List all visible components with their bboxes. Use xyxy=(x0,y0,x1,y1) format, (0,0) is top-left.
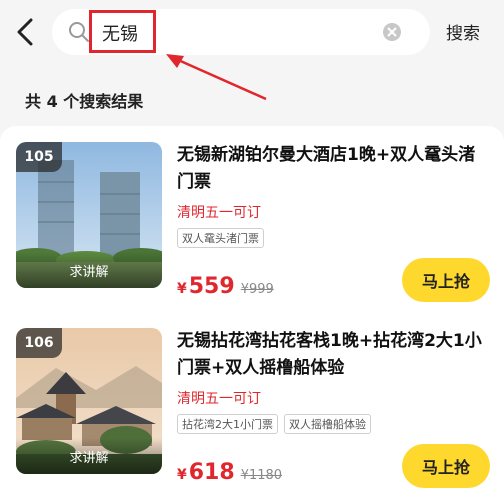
clear-icon[interactable] xyxy=(382,22,402,42)
search-query-text: 无锡 xyxy=(102,24,138,45)
original-price: ¥1180 xyxy=(240,468,283,483)
current-price: 618 xyxy=(188,460,235,485)
buy-now-button[interactable]: 马上抢 xyxy=(402,444,490,488)
availability-text: 清明五一可订 xyxy=(177,205,261,221)
search-icon xyxy=(69,22,89,42)
buy-now-button[interactable]: 马上抢 xyxy=(402,258,490,302)
rank-badge: 106 xyxy=(16,328,62,358)
tag: 拈花湾2大1小门票 xyxy=(177,414,278,434)
rank-badge: 105 xyxy=(16,142,62,172)
product-title[interactable]: 无锡拈花湾拈花客栈1晚+拈花湾2大1小门票+双人摇橹船体验 xyxy=(177,328,492,382)
back-button[interactable] xyxy=(10,14,40,50)
product-thumbnail[interactable]: 105 求讲解 xyxy=(16,142,162,288)
explain-label[interactable]: 求讲解 xyxy=(16,252,162,288)
list-item[interactable]: 106 求讲解 无锡拈花湾拈花客栈1晚+拈花湾2大1小门票+双人摇橹船体验 清明… xyxy=(0,312,504,492)
tag-list: 拈花湾2大1小门票 双人摇橹船体验 xyxy=(177,414,371,434)
top-bar: 无锡 搜索 xyxy=(0,0,504,70)
tag: 双人摇橹船体验 xyxy=(284,414,371,434)
product-thumbnail[interactable]: 106 求讲解 xyxy=(16,328,162,474)
current-price: 559 xyxy=(188,274,235,299)
explain-label[interactable]: 求讲解 xyxy=(16,438,162,474)
result-list: 105 求讲解 无锡新湖铂尔曼大酒店1晚+双人鼋头渚门票 清明五一可订 双人鼋头… xyxy=(0,126,504,500)
search-input[interactable]: 无锡 xyxy=(52,9,430,55)
currency-symbol: ¥ xyxy=(177,467,187,483)
tag-list: 双人鼋头渚门票 xyxy=(177,228,264,248)
result-count: 共 4 个搜索结果 xyxy=(25,92,144,111)
availability-text: 清明五一可订 xyxy=(177,391,261,407)
currency-symbol: ¥ xyxy=(177,281,187,297)
tag: 双人鼋头渚门票 xyxy=(177,228,264,248)
back-arrow-icon xyxy=(17,18,33,46)
original-price: ¥999 xyxy=(240,282,274,297)
list-item[interactable]: 105 求讲解 无锡新湖铂尔曼大酒店1晚+双人鼋头渚门票 清明五一可订 双人鼋头… xyxy=(0,126,504,306)
price: ¥ 618 ¥1180 xyxy=(177,460,282,485)
search-button[interactable]: 搜索 xyxy=(446,19,480,44)
product-title[interactable]: 无锡新湖铂尔曼大酒店1晚+双人鼋头渚门票 xyxy=(177,142,492,196)
price: ¥ 559 ¥999 xyxy=(177,274,274,299)
